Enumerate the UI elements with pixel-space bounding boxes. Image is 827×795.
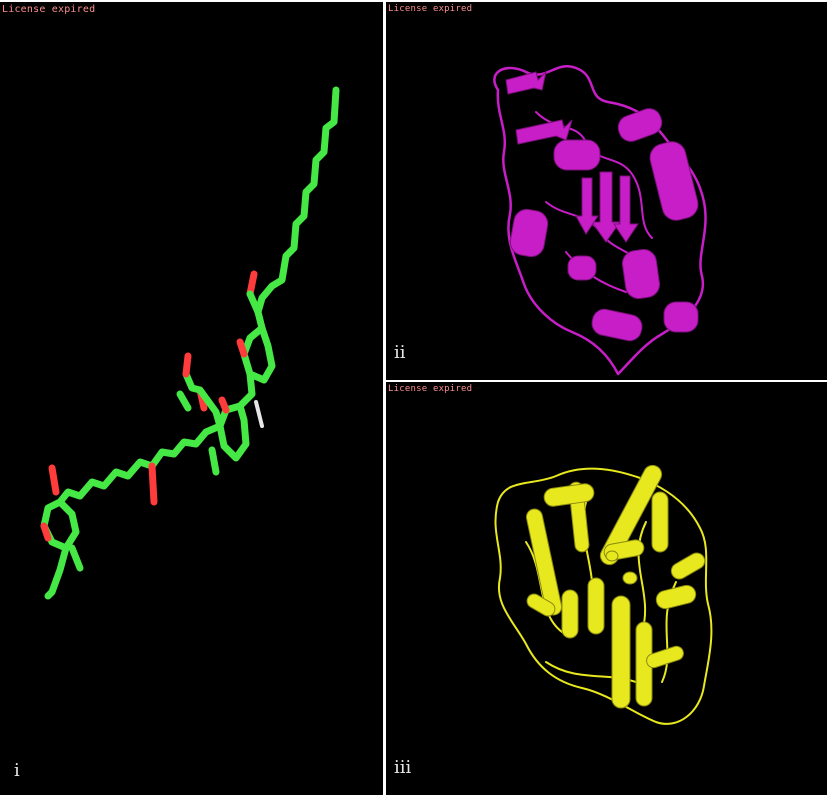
ligand-panel: License expired i bbox=[0, 2, 383, 795]
ring-middle bbox=[216, 402, 250, 462]
cylinder-g bbox=[587, 577, 605, 635]
methyl-a bbox=[176, 390, 192, 412]
ligand-structure bbox=[40, 86, 340, 600]
ring-link bbox=[236, 370, 256, 410]
helix-a bbox=[617, 108, 663, 142]
protein-cylinder-panel: License expired iii bbox=[386, 382, 827, 795]
ring-upper-oxygen bbox=[236, 338, 248, 358]
protein-ribbon-panel: License expired ii bbox=[386, 2, 827, 380]
ring-lower-oxygen bbox=[40, 522, 52, 542]
panel-label-iii: iii bbox=[394, 757, 412, 778]
helix-g bbox=[663, 301, 699, 333]
keto-oxygen bbox=[148, 462, 158, 506]
alkyl-chain-top bbox=[254, 86, 340, 332]
cylinder-l bbox=[670, 552, 706, 580]
helix-d bbox=[509, 208, 549, 258]
cylinder-c bbox=[651, 491, 669, 553]
ring-middle-oxygen bbox=[218, 396, 230, 414]
helix-b bbox=[649, 141, 699, 221]
hydrogen-stub bbox=[254, 400, 264, 428]
methyl-b bbox=[208, 446, 220, 476]
carbonyl-top-c bbox=[246, 290, 262, 316]
cylinder-e bbox=[543, 483, 595, 507]
protein-ribbon bbox=[493, 65, 707, 376]
panel-label-i: i bbox=[14, 760, 20, 781]
ester-branch bbox=[182, 370, 224, 430]
helix-h bbox=[567, 255, 597, 281]
cylinder-end-b bbox=[605, 550, 619, 562]
cylinder-k bbox=[655, 584, 697, 610]
panel-label-ii: ii bbox=[394, 342, 406, 363]
strand-b bbox=[613, 175, 639, 243]
ring-lower-carbonyl bbox=[48, 464, 60, 496]
lower-methyl bbox=[68, 544, 84, 572]
helix-c bbox=[553, 139, 601, 171]
cylinder-j bbox=[561, 589, 579, 639]
cylinder-h bbox=[611, 595, 631, 709]
ester-carbonyl bbox=[182, 352, 192, 378]
helix-f bbox=[591, 308, 643, 342]
strand-a bbox=[591, 171, 621, 243]
cylinder-end-a bbox=[622, 571, 638, 585]
alkyl-chain-middle bbox=[56, 422, 224, 506]
protein-cylinders bbox=[494, 464, 713, 725]
lower-tail bbox=[44, 544, 70, 600]
